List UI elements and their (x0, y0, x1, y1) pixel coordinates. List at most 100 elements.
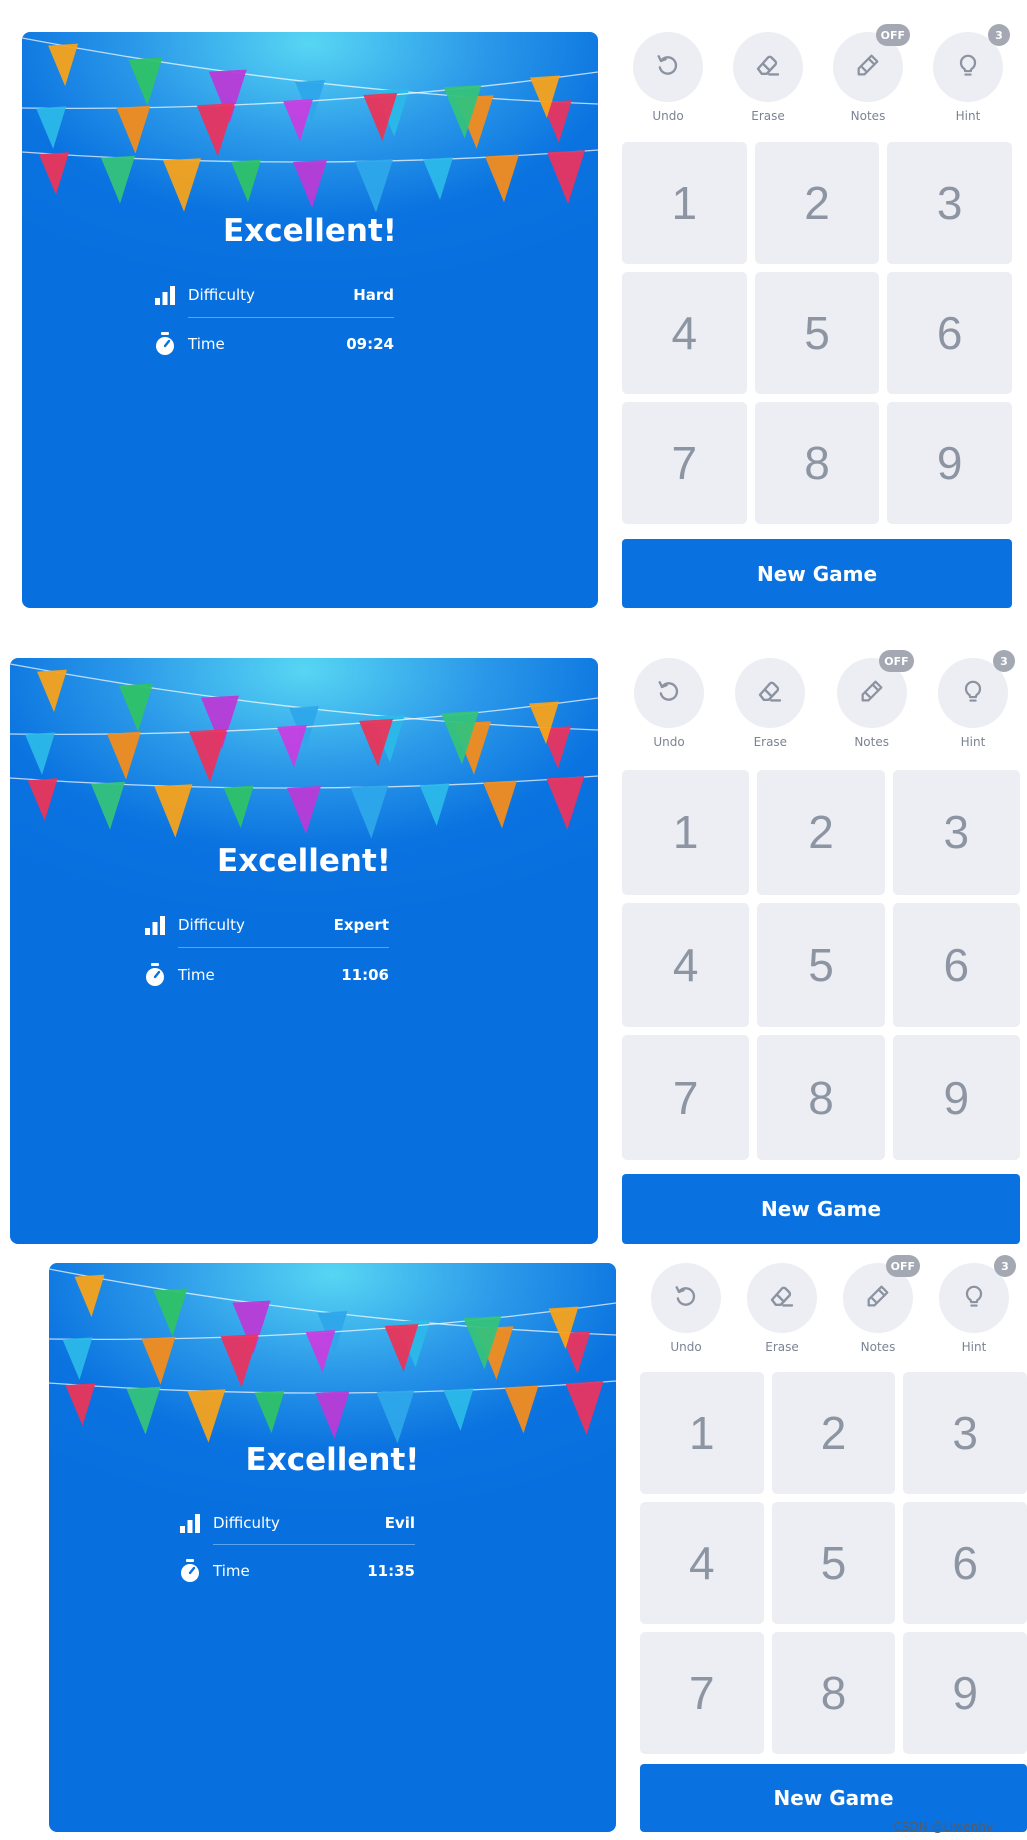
undo-button[interactable]: Undo (650, 1263, 722, 1354)
number-key-1[interactable]: 1 (622, 142, 747, 264)
number-key-1[interactable]: 1 (622, 770, 750, 895)
flag (419, 783, 450, 826)
undo-circle[interactable] (651, 1263, 721, 1333)
flag (254, 1390, 285, 1434)
hint-label: Hint (955, 109, 981, 123)
number-key-3[interactable]: 3 (887, 142, 1012, 264)
stopwatch-icon (152, 332, 178, 355)
undo-label: Undo (670, 1340, 702, 1354)
flag (355, 159, 393, 213)
flag (25, 732, 55, 775)
tool-bar: Undo Erase OFF Notes 3 Hint (633, 650, 1015, 749)
difficulty-row: Difficulty Evil (177, 1504, 415, 1542)
difficulty-label: Difficulty (178, 916, 245, 934)
erase-button[interactable]: Erase (734, 658, 806, 749)
number-key-8[interactable]: 8 (754, 402, 880, 524)
number-key-7[interactable]: 7 (622, 402, 747, 524)
difficulty-row: Difficulty Expert (142, 906, 389, 944)
flag (101, 155, 135, 204)
notes-button[interactable]: OFF Notes (842, 1255, 920, 1354)
new-game-button[interactable]: New Game (622, 1174, 1020, 1244)
undo-circle[interactable] (634, 658, 704, 728)
flag (443, 1388, 474, 1431)
number-key-8[interactable]: 8 (771, 1632, 896, 1754)
number-key-5[interactable]: 5 (757, 902, 885, 1028)
number-pad: 123 456 789 (622, 142, 1012, 524)
notes-label: Notes (860, 1340, 896, 1354)
number-key-5[interactable]: 5 (771, 1502, 896, 1624)
number-key-9[interactable]: 9 (892, 1035, 1020, 1160)
number-key-9[interactable]: 9 (903, 1632, 1027, 1754)
undo-button[interactable]: Undo (632, 32, 704, 123)
notes-button[interactable]: OFF Notes (832, 24, 910, 123)
lightbulb-icon (960, 1282, 988, 1314)
result-title: Excellent! (245, 1442, 420, 1478)
new-game-button[interactable]: New Game (622, 539, 1012, 608)
number-key-6[interactable]: 6 (892, 902, 1020, 1028)
stat-divider (213, 1544, 415, 1545)
flag (119, 683, 153, 732)
flag (141, 1336, 176, 1385)
flag (376, 1390, 415, 1444)
undo-circle[interactable] (633, 32, 703, 102)
hint-label: Hint (961, 1340, 987, 1354)
difficulty-bars-icon (152, 284, 178, 306)
erase-circle[interactable] (733, 32, 803, 102)
flag (27, 778, 58, 821)
notes-label: Notes (850, 109, 886, 123)
number-key-4[interactable]: 4 (622, 272, 747, 394)
number-key-4[interactable]: 4 (622, 902, 750, 1028)
flag (36, 106, 67, 149)
notes-label: Notes (854, 735, 889, 749)
hint-button[interactable]: 3 Hint (938, 1255, 1016, 1354)
flag (154, 784, 193, 838)
difficulty-label: Difficulty (188, 286, 255, 304)
number-key-5[interactable]: 5 (754, 272, 880, 394)
watermark: CSDN @Liwenhv (893, 1820, 993, 1834)
stopwatch-icon (142, 963, 168, 986)
difficulty-value: Expert (333, 916, 389, 934)
flag (189, 729, 227, 783)
erase-circle[interactable] (735, 658, 806, 728)
erase-button[interactable]: Erase (746, 1263, 818, 1354)
flag (305, 1330, 336, 1373)
number-key-1[interactable]: 1 (640, 1372, 764, 1494)
number-key-3[interactable]: 3 (892, 770, 1020, 895)
pencil-icon (854, 51, 882, 83)
hint-button[interactable]: 3 Hint (932, 24, 1010, 123)
bunting-flags (10, 663, 598, 839)
tool-bar: Undo Erase OFF Notes 3 Hint (650, 1255, 1016, 1354)
number-pad: 123 456 789 (640, 1372, 1027, 1754)
number-key-7[interactable]: 7 (640, 1632, 764, 1754)
number-key-8[interactable]: 8 (757, 1035, 885, 1160)
result-title: Excellent! (217, 843, 391, 879)
number-key-9[interactable]: 9 (887, 402, 1012, 524)
undo-label: Undo (653, 735, 685, 749)
number-key-2[interactable]: 2 (754, 142, 880, 264)
notes-badge: OFF (879, 650, 914, 672)
number-key-2[interactable]: 2 (771, 1372, 896, 1494)
flag (277, 725, 307, 768)
number-key-3[interactable]: 3 (903, 1372, 1027, 1494)
flag (116, 105, 151, 154)
number-key-4[interactable]: 4 (640, 1502, 764, 1624)
number-key-6[interactable]: 6 (887, 272, 1012, 394)
result-card: Excellent! Difficulty Hard Time 09:24 (22, 32, 598, 608)
time-label: Time (178, 966, 215, 984)
number-key-6[interactable]: 6 (903, 1502, 1027, 1624)
number-key-2[interactable]: 2 (757, 770, 885, 895)
flag (223, 785, 254, 829)
flag (220, 1334, 259, 1388)
flag (62, 1337, 93, 1380)
erase-button[interactable]: Erase (732, 32, 804, 123)
undo-button[interactable]: Undo (633, 658, 705, 749)
notes-button[interactable]: OFF Notes (836, 650, 914, 749)
hint-badge: 3 (992, 650, 1015, 672)
flag (504, 1385, 539, 1434)
flag (485, 154, 519, 203)
number-key-7[interactable]: 7 (622, 1035, 750, 1160)
erase-circle[interactable] (747, 1263, 817, 1333)
hint-button[interactable]: 3 Hint (937, 650, 1015, 749)
flag (287, 786, 321, 834)
flag (196, 103, 235, 157)
